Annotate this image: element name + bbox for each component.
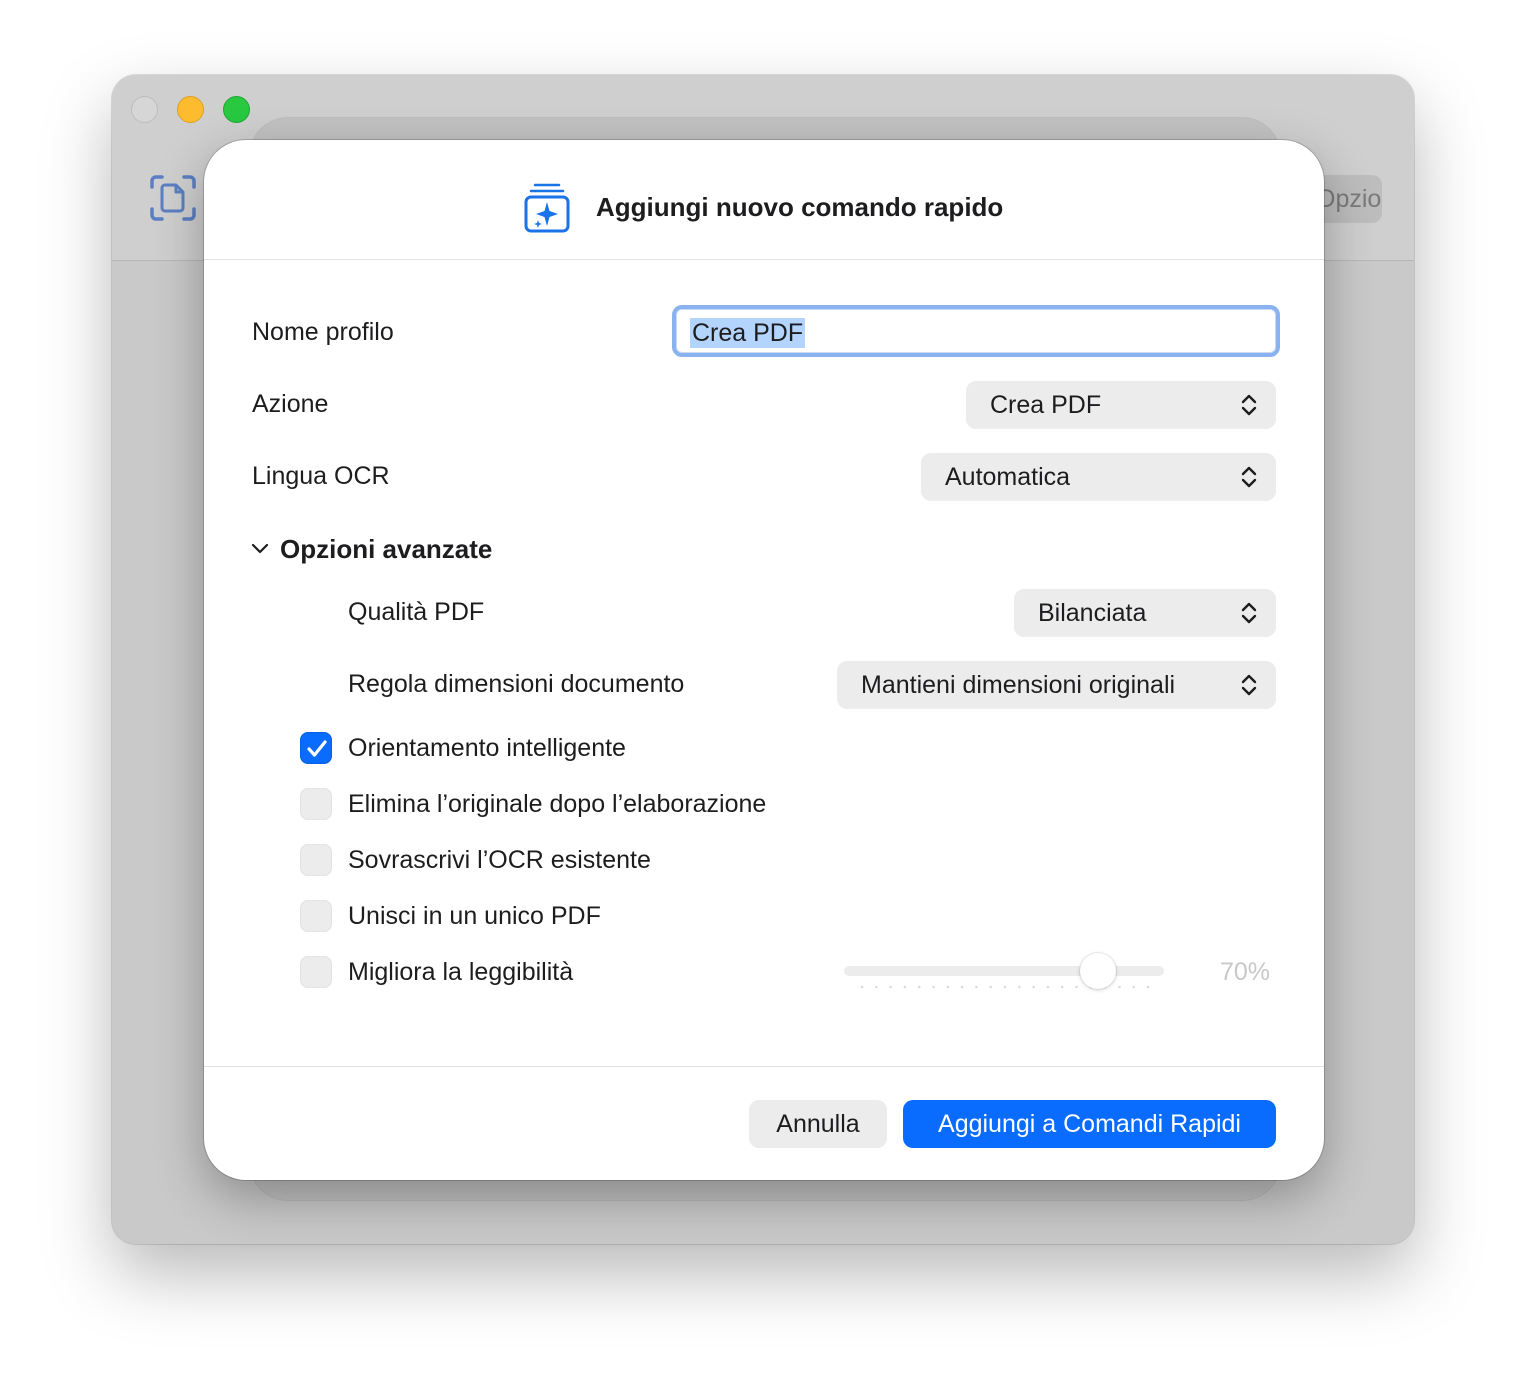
- slider-tick: [889, 985, 892, 989]
- footer-divider: [204, 1066, 1324, 1067]
- ocr-language-popup-value: Automatica: [945, 463, 1071, 491]
- background-tab-label: Opzioni: [1316, 185, 1382, 213]
- slider-tick: [1018, 985, 1021, 989]
- slider-tick: [960, 985, 964, 989]
- ocr-language-popup[interactable]: Automatica: [921, 453, 1276, 501]
- overwrite-ocr-label: Sovrascrivi l’OCR esistente: [348, 846, 651, 874]
- slider-tick: [860, 985, 864, 989]
- shortcut-stack-sparkle-icon: [524, 183, 570, 233]
- dialog-header: Aggiungi nuovo comando rapido: [204, 140, 1324, 260]
- pdf-quality-popup[interactable]: Bilanciata: [1014, 589, 1276, 637]
- improve-readability-checkbox[interactable]: [300, 956, 332, 988]
- chevron-up-down-icon: [1241, 674, 1257, 696]
- smart-orientation-checkbox[interactable]: [300, 732, 332, 764]
- slider-tick: [932, 985, 935, 989]
- chevron-down-icon[interactable]: [250, 541, 270, 557]
- window-zoom-button[interactable]: [223, 96, 250, 123]
- document-resize-popup-value: Mantieni dimensioni originali: [861, 671, 1176, 699]
- slider-tick: [1118, 985, 1121, 989]
- dialog-title: Aggiungi nuovo comando rapido: [596, 192, 1004, 222]
- slider-tick: [946, 985, 950, 989]
- window-minimize-button[interactable]: [177, 96, 204, 123]
- readability-slider-track[interactable]: [844, 966, 1164, 976]
- readability-slider-knob[interactable]: [1080, 953, 1116, 989]
- smart-orientation-label: Orientamento intelligente: [348, 734, 626, 762]
- slider-tick: [1046, 985, 1050, 989]
- pdf-quality-label: Qualità PDF: [348, 598, 485, 626]
- document-resize-popup[interactable]: Mantieni dimensioni originali: [837, 661, 1276, 709]
- checkmark-icon: [307, 740, 327, 757]
- ocr-language-label: Lingua OCR: [252, 462, 390, 490]
- action-label: Azione: [252, 390, 329, 418]
- merge-single-pdf-checkbox[interactable]: [300, 900, 332, 932]
- action-popup-value: Crea PDF: [990, 391, 1102, 419]
- merge-single-pdf-label: Unisci in un unico PDF: [348, 902, 601, 930]
- slider-tick: [989, 985, 992, 989]
- slider-tick: [875, 985, 878, 989]
- add-shortcut-dialog: Aggiungi nuovo comando rapido Nome profi…: [204, 140, 1324, 1180]
- slider-tick: [1132, 985, 1135, 989]
- slider-tick: [903, 985, 907, 989]
- slider-tick: [1075, 985, 1078, 989]
- document-resize-label: Regola dimensioni documento: [348, 670, 685, 698]
- chevron-up-down-icon: [1241, 394, 1257, 416]
- overwrite-ocr-checkbox[interactable]: [300, 844, 332, 876]
- slider-tick: [1032, 985, 1035, 989]
- chevron-up-down-icon: [1241, 466, 1257, 488]
- cancel-button[interactable]: Annulla: [749, 1100, 887, 1148]
- improve-readability-label: Migliora la leggibilità: [348, 958, 574, 986]
- slider-tick: [917, 985, 921, 989]
- advanced-options-disclosure[interactable]: Opzioni avanzate: [280, 534, 492, 565]
- window-close-button[interactable]: [131, 96, 158, 123]
- delete-original-label: Elimina l’originale dopo l’elaborazione: [348, 790, 767, 818]
- profile-name-input[interactable]: Crea PDF: [672, 305, 1280, 357]
- action-popup[interactable]: Crea PDF: [966, 381, 1276, 429]
- slider-tick: [1146, 985, 1150, 989]
- profile-name-label: Nome profilo: [252, 318, 394, 346]
- slider-tick: [975, 985, 978, 989]
- chevron-up-down-icon: [1241, 602, 1257, 624]
- readability-slider-value: 70%: [1220, 958, 1271, 986]
- add-to-shortcuts-button[interactable]: Aggiungi a Comandi Rapidi: [903, 1100, 1276, 1148]
- slider-tick: [1003, 985, 1007, 989]
- slider-tick: [1060, 985, 1064, 989]
- delete-original-checkbox[interactable]: [300, 788, 332, 820]
- profile-name-selected-text: Crea PDF: [690, 318, 806, 348]
- pdf-quality-popup-value: Bilanciata: [1038, 599, 1147, 627]
- document-scan-icon[interactable]: [148, 173, 198, 223]
